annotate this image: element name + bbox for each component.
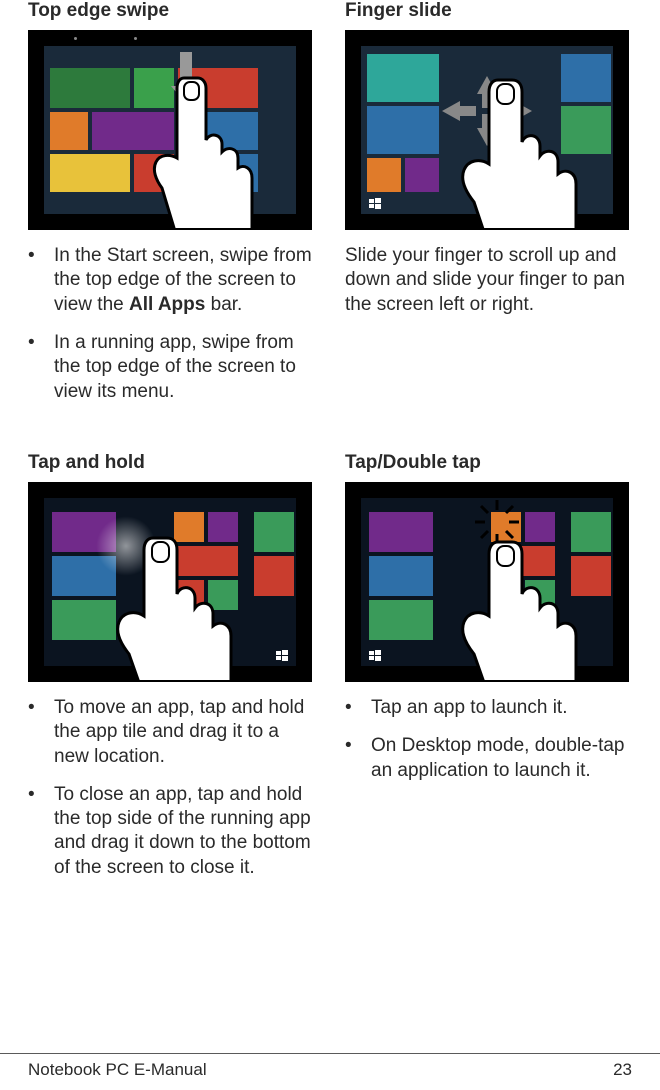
bullet-item: • In the Start screen, swipe from the to…: [28, 244, 315, 317]
bullets-tap-and-hold: •To move an app, tap and hold the app ti…: [28, 696, 315, 880]
hand-icon: [122, 68, 262, 230]
bullet-item: •On Desktop mode, double-tap an applicat…: [345, 734, 632, 783]
heading-top-edge-swipe: Top edge swipe: [28, 0, 315, 22]
page-number: 23: [613, 1060, 632, 1080]
hand-icon: [428, 68, 568, 230]
footer-title: Notebook PC E-Manual: [28, 1060, 207, 1080]
illustration-tap-double-tap: [345, 482, 629, 682]
bullet-item: •To close an app, tap and hold the top s…: [28, 783, 315, 880]
illustration-top-edge-swipe: [28, 30, 312, 230]
page-footer: Notebook PC E-Manual 23: [0, 1053, 660, 1080]
hand-icon: [89, 520, 229, 682]
illustration-tap-and-hold: [28, 482, 312, 682]
heading-tap-and-hold: Tap and hold: [28, 452, 315, 474]
bullet-item: •To move an app, tap and hold the app ti…: [28, 696, 315, 769]
hand-icon: [434, 520, 574, 682]
heading-tap-double-tap: Tap/Double tap: [345, 452, 632, 474]
bullet-item: •Tap an app to launch it.: [345, 696, 632, 720]
bullets-top-edge-swipe: • In the Start screen, swipe from the to…: [28, 244, 315, 404]
windows-icon: [276, 650, 288, 662]
windows-icon: [369, 198, 381, 210]
illustration-finger-slide: [345, 30, 629, 230]
heading-finger-slide: Finger slide: [345, 0, 632, 22]
bullets-tap-double-tap: •Tap an app to launch it. •On Desktop mo…: [345, 696, 632, 783]
windows-icon: [369, 650, 381, 662]
text-finger-slide: Slide your finger to scroll up and down …: [345, 244, 632, 317]
bullet-item: • In a running app, swipe from the top e…: [28, 331, 315, 404]
